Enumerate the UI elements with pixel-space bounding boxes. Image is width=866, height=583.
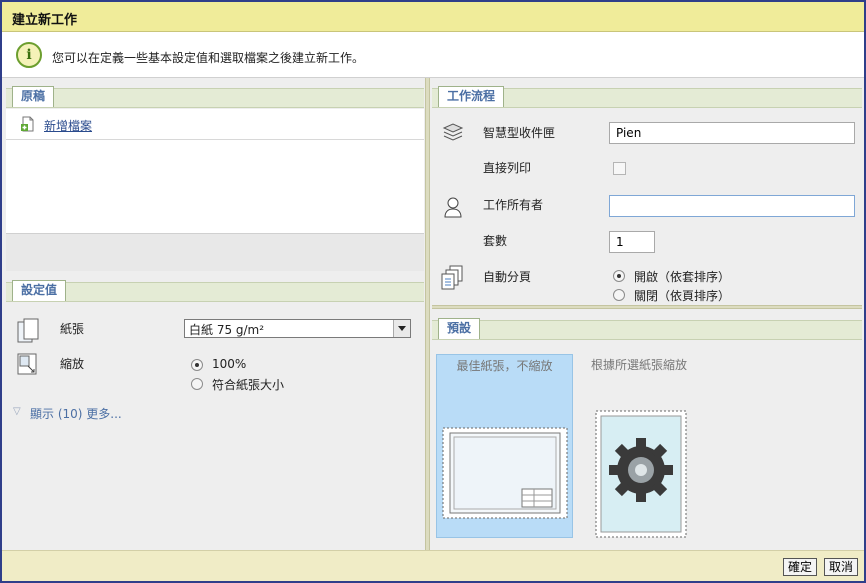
preset-best-paper-label: 最佳紙張，不縮放 — [456, 359, 553, 373]
add-file-icon[interactable] — [20, 116, 36, 132]
window-title: 建立新工作 — [12, 13, 78, 28]
collate-off-radio[interactable] — [613, 289, 625, 301]
settings-section-header: 設定值 — [6, 280, 424, 302]
originals-section-header: 原稿 — [6, 86, 424, 108]
tab-settings[interactable]: 設定值 — [12, 280, 67, 301]
title-bar: 建立新工作 — [2, 2, 864, 32]
ok-button[interactable]: 確定 — [783, 558, 818, 576]
preset-scale-to-paper[interactable]: 根據所選紙張縮放 — [579, 354, 699, 538]
collate-label: 自動分頁 — [483, 270, 532, 284]
info-icon: i — [16, 42, 42, 68]
direct-print-checkbox[interactable] — [613, 162, 626, 175]
paper-select[interactable]: 白紙 75 g/m² — [184, 319, 411, 338]
copies-label: 套數 — [483, 234, 508, 248]
user-icon — [444, 197, 462, 218]
info-message: 您可以在定義一些基本設定值和選取檔案之後建立新工作。 — [52, 51, 365, 65]
horizontal-splitter[interactable] — [432, 305, 862, 309]
originals-divider — [6, 139, 424, 140]
zoom-fit-label: 符合紙張大小 — [212, 378, 285, 392]
collate-icon — [441, 265, 463, 290]
tab-workflow[interactable]: 工作流程 — [438, 86, 505, 107]
paper-label: 紙張 — [60, 322, 85, 336]
zoom-100-label: 100% — [212, 357, 247, 371]
collate-on-label: 開啟（依套排序） — [634, 270, 731, 284]
gear-image-icon — [595, 410, 687, 538]
smart-inbox-label: 智慧型收件匣 — [483, 126, 556, 140]
originals-panel: 新增檔案 — [6, 109, 424, 233]
copies-field[interactable] — [609, 231, 655, 253]
tab-presets[interactable]: 預設 — [438, 318, 481, 339]
tab-originals[interactable]: 原稿 — [12, 86, 55, 107]
job-owner-label: 工作所有者 — [483, 198, 544, 212]
show-more-link[interactable]: 顯示 (10) 更多... — [30, 405, 122, 422]
vertical-splitter[interactable] — [425, 78, 430, 550]
create-job-window: 建立新工作 i 您可以在定義一些基本設定值和選取檔案之後建立新工作。 原稿 新增… — [0, 0, 866, 583]
add-file-link[interactable]: 新增檔案 — [44, 117, 92, 134]
originals-footer-area — [6, 233, 424, 271]
presets-section-header: 預設 — [432, 318, 862, 340]
job-owner-field[interactable] — [609, 195, 855, 217]
chevron-down-icon[interactable] — [393, 320, 410, 337]
collate-on-radio[interactable] — [613, 270, 625, 282]
preset-best-paper[interactable]: 最佳紙張，不縮放 — [436, 354, 573, 538]
inbox-stack-icon — [442, 123, 464, 141]
smart-inbox-field[interactable] — [609, 122, 855, 144]
direct-print-label: 直接列印 — [483, 161, 532, 175]
zoom-100-radio[interactable] — [191, 359, 203, 371]
collate-off-label: 關閉（依頁排序） — [634, 289, 731, 303]
cancel-button[interactable]: 取消 — [824, 558, 859, 576]
zoom-icon — [17, 353, 37, 375]
info-bar: i 您可以在定義一些基本設定值和選取檔案之後建立新工作。 — [2, 32, 864, 78]
workflow-section-header: 工作流程 — [432, 86, 862, 108]
paper-select-value: 白紙 75 g/m² — [189, 323, 265, 337]
triangle-down-icon[interactable]: ▽ — [13, 406, 21, 417]
dialog-footer: 確定 取消 — [2, 550, 864, 581]
zoom-fit-radio[interactable] — [191, 378, 203, 390]
preset-scale-to-paper-label: 根據所選紙張縮放 — [590, 358, 687, 372]
paper-icon — [17, 318, 39, 343]
zoom-label: 縮放 — [60, 357, 85, 371]
page-layout-icon — [442, 427, 568, 519]
